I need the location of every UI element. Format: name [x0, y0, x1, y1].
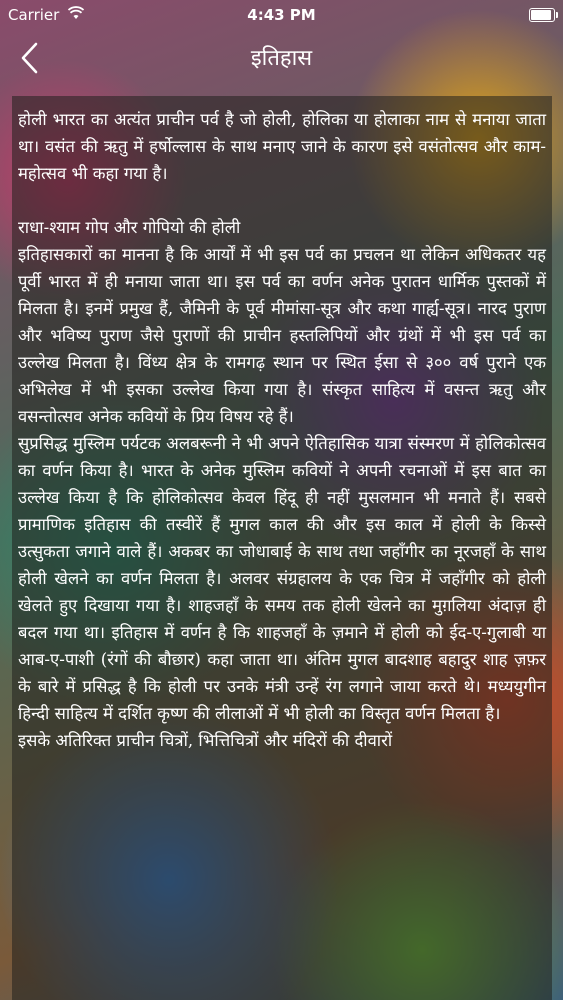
article-body: होली भारत का अत्यंत प्राचीन पर्व है जो ह…: [18, 110, 547, 750]
navigation-bar: इतिहास: [0, 30, 563, 86]
battery-icon: [529, 8, 558, 22]
article-panel[interactable]: होली भारत का अत्यंत प्राचीन पर्व है जो ह…: [12, 96, 552, 1000]
page-title: इतिहास: [250, 46, 313, 71]
status-time: 4:43 PM: [247, 6, 316, 24]
battery-level: [531, 10, 551, 20]
status-bar: Carrier 4:43 PM: [0, 0, 563, 30]
